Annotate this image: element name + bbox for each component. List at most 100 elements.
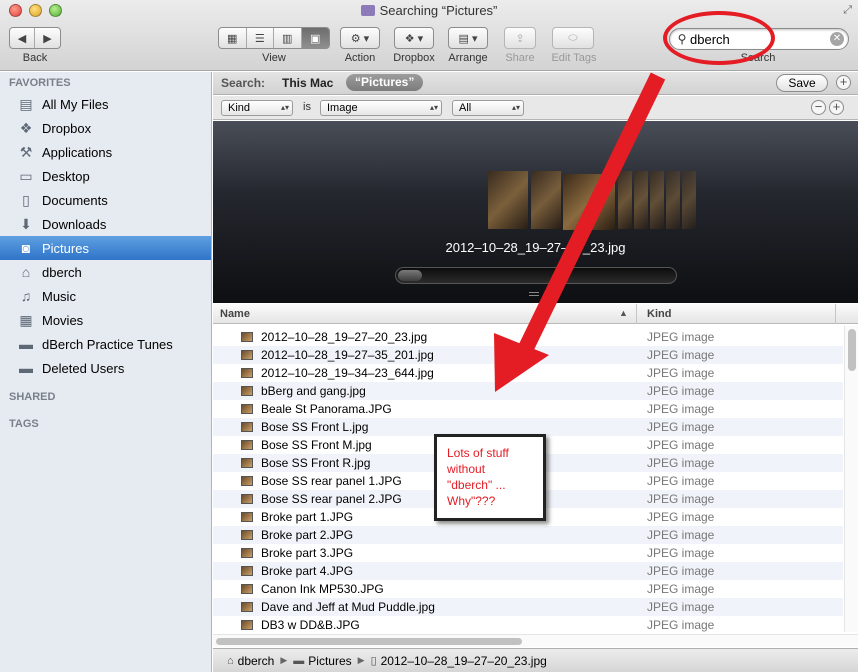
sidebar-item-applications[interactable]: ⚒ Applications <box>0 140 211 164</box>
sidebar-item-label: Deleted Users <box>42 360 125 376</box>
horizontal-scrollbar[interactable] <box>213 634 858 647</box>
image-file-icon <box>241 512 253 522</box>
image-file-icon <box>241 368 253 378</box>
tags-header[interactable]: TAGS <box>9 418 39 430</box>
column-divider[interactable] <box>835 304 836 324</box>
file-name: 2012–10–28_19–27–35_201.jpg <box>261 348 434 362</box>
file-kind: JPEG image <box>647 402 715 416</box>
home-icon: ⌂ <box>21 264 31 280</box>
list-item[interactable]: DB3 w DD&B.JPG JPEG image <box>213 616 843 634</box>
back-button[interactable]: ◀ <box>10 28 36 48</box>
list-item[interactable]: 2012–10–28_19–34–23_644.jpg JPEG image <box>213 364 843 382</box>
list-view-button[interactable]: ☰ <box>247 28 274 48</box>
coverflow-thumb[interactable] <box>618 171 632 229</box>
coverflow-scroll-knob[interactable] <box>398 270 422 281</box>
dropbox-button[interactable]: ❖ ▾ <box>394 27 434 49</box>
column-header-name[interactable]: Name <box>220 308 250 320</box>
list-item[interactable]: 2012–10–28_19–27–35_201.jpg JPEG image <box>213 346 843 364</box>
sidebar-item-music[interactable]: ♫ Music <box>0 284 211 308</box>
list-item[interactable]: Broke part 3.JPG JPEG image <box>213 544 843 562</box>
list-item[interactable]: Dave and Jeff at Mud Puddle.jpg JPEG imag… <box>213 598 843 616</box>
coverflow-thumb[interactable] <box>531 171 561 229</box>
view-control: ▦ ☰ ▥ ▣ <box>218 27 330 49</box>
sidebar-item-practice-tunes[interactable]: ▬ dBerch Practice Tunes <box>0 332 211 356</box>
list-item[interactable]: Beale St Panorama.JPG JPEG image <box>213 400 843 418</box>
dropbox-icon: ❖ ▾ <box>404 32 424 45</box>
file-kind: JPEG image <box>647 582 715 596</box>
toolbar: Searching “Pictures” ⤢ ◀ ▶ Back ▦ ☰ ▥ ▣ … <box>0 0 858 71</box>
remove-criteria-button[interactable]: − <box>811 100 826 115</box>
vertical-scroll-thumb[interactable] <box>848 329 856 371</box>
horizontal-scroll-thumb[interactable] <box>216 638 522 645</box>
add-criteria-button[interactable]: + <box>836 75 851 90</box>
scope-this-mac[interactable]: This Mac <box>282 76 333 90</box>
file-name: Bose SS Front L.jpg <box>261 420 369 434</box>
action-button[interactable]: ⚙ ▾ <box>340 27 380 49</box>
coverflow-thumb[interactable] <box>634 171 648 229</box>
gear-icon: ⚙ ▾ <box>350 32 370 45</box>
coverflow-thumb[interactable] <box>682 171 696 229</box>
clear-search-icon[interactable]: ✕ <box>830 32 844 46</box>
share-icon: ⇪ <box>515 32 525 45</box>
scope-label: Search: <box>221 76 266 90</box>
smart-folder-icon <box>360 5 375 16</box>
vertical-scrollbar[interactable] <box>844 326 858 632</box>
callout-line: "dberch" ... <box>447 478 506 492</box>
subvalue-text: All <box>459 102 472 114</box>
list-item[interactable]: Broke part 4.JPG JPEG image <box>213 562 843 580</box>
column-divider[interactable] <box>636 304 637 324</box>
desktop-icon: ▭ <box>19 167 33 184</box>
share-button[interactable]: ⇪ <box>504 27 536 49</box>
sidebar-item-deleted-users[interactable]: ▬ Deleted Users <box>0 356 211 380</box>
coverflow-thumb[interactable] <box>650 171 664 229</box>
arrange-label: Arrange <box>448 52 488 64</box>
sidebar-item-movies[interactable]: ▦ Movies <box>0 308 211 332</box>
path-user[interactable]: dberch <box>238 654 275 668</box>
attribute-popup[interactable]: Kind ▴▾ <box>221 100 293 116</box>
coverflow-thumb[interactable] <box>488 171 528 229</box>
image-file-icon <box>241 476 253 486</box>
icon-view-button[interactable]: ▦ <box>219 28 247 48</box>
column-view-button[interactable]: ▥ <box>274 28 302 48</box>
coverflow-thumb[interactable] <box>666 171 680 229</box>
list-item[interactable]: Canon Ink MP530.JPG JPEG image <box>213 580 843 598</box>
file-name: Broke part 2.JPG <box>261 528 354 542</box>
sidebar-item-dropbox[interactable]: ❖ Dropbox <box>0 116 211 140</box>
list-item[interactable]: Broke part 2.JPG JPEG image <box>213 526 843 544</box>
value-popup[interactable]: Image ▴▾ <box>320 100 442 116</box>
sidebar-item-downloads[interactable]: ⬇ Downloads <box>0 212 211 236</box>
window-title-text: Searching “Pictures” <box>379 3 498 18</box>
file-kind: JPEG image <box>647 420 715 434</box>
save-search-button[interactable]: Save <box>776 74 828 92</box>
shared-header[interactable]: SHARED <box>9 391 55 403</box>
coverflow-scrollbar[interactable] <box>395 267 677 284</box>
list-item[interactable]: bBerg and gang.jpg JPEG image <box>213 382 843 400</box>
arrange-button[interactable]: ▤ ▾ <box>448 27 488 49</box>
add-criteria-row-button[interactable]: + <box>829 100 844 115</box>
share-label: Share <box>505 52 535 64</box>
sidebar-item-pictures[interactable]: ◙ Pictures <box>0 236 211 260</box>
resize-grip-icon[interactable] <box>529 292 539 296</box>
fullscreen-icon[interactable]: ⤢ <box>843 4 852 17</box>
edit-tags-button[interactable]: ⬭ <box>552 27 594 49</box>
path-folder[interactable]: Pictures <box>308 654 351 668</box>
coverflow-view-button[interactable]: ▣ <box>301 28 329 48</box>
coverflow-thumb[interactable] <box>563 174 615 230</box>
path-file[interactable]: 2012–10–28_19–27–20_23.jpg <box>381 654 547 668</box>
column-header-kind[interactable]: Kind <box>647 308 671 320</box>
sidebar-item-all-my-files[interactable]: ▤ All My Files <box>0 92 211 116</box>
forward-button[interactable]: ▶ <box>35 28 60 48</box>
file-name: DB3 w DD&B.JPG <box>261 618 360 632</box>
all-files-icon: ▤ <box>19 95 33 112</box>
image-file-icon: ▯ <box>370 655 377 667</box>
sidebar-item-label: Downloads <box>42 216 107 232</box>
list-item[interactable]: 2012–10–28_19–27–20_23.jpg JPEG image <box>213 328 843 346</box>
image-file-icon <box>241 350 253 360</box>
subvalue-popup[interactable]: All ▴▾ <box>452 100 524 116</box>
file-name: 2012–10–28_19–34–23_644.jpg <box>261 366 434 380</box>
sidebar-item-dberch[interactable]: ⌂ dberch <box>0 260 211 284</box>
sidebar-item-documents[interactable]: ▯ Documents <box>0 188 211 212</box>
scope-pictures[interactable]: “Pictures” <box>346 74 424 91</box>
popup-arrows-icon: ▴▾ <box>511 103 520 112</box>
sidebar-item-desktop[interactable]: ▭ Desktop <box>0 164 211 188</box>
